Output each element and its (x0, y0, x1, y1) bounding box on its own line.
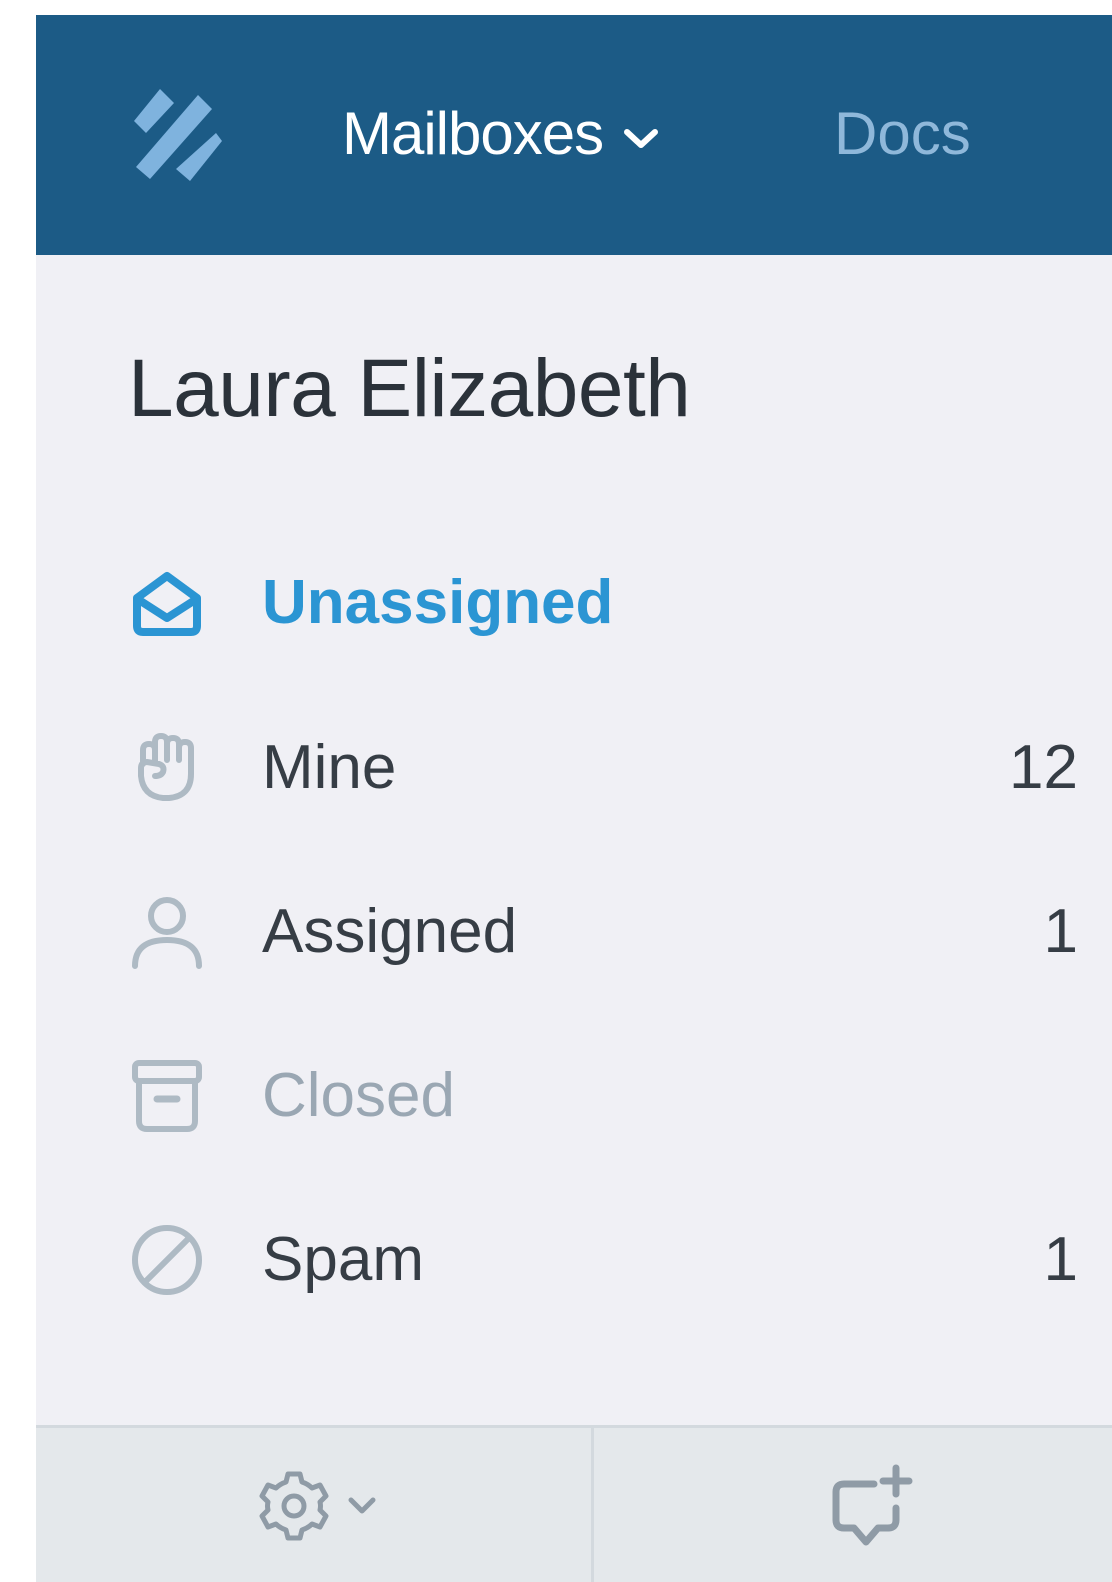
folder-item-mine[interactable]: Mine 12 (128, 723, 1078, 813)
ban-icon (128, 1221, 206, 1299)
top-navigation-bar: Mailboxes Docs (36, 15, 1112, 255)
chevron-down-icon (623, 128, 659, 150)
app-window: Mailboxes Docs Laura Elizabeth Unassigne… (36, 15, 1112, 1582)
folder-count: 1 (1043, 1225, 1078, 1294)
add-chat-icon (826, 1464, 916, 1556)
hand-icon (128, 729, 206, 807)
folder-item-unassigned[interactable]: Unassigned (128, 558, 1078, 648)
settings-menu-button[interactable] (256, 1468, 396, 1548)
mailboxes-label: Mailboxes (342, 100, 604, 167)
folder-item-spam[interactable]: Spam 1 (128, 1215, 1078, 1305)
archive-box-icon (128, 1057, 206, 1135)
folder-label: Spam (262, 1225, 424, 1294)
helpscout-logo-icon[interactable] (132, 81, 222, 187)
person-icon (128, 893, 206, 971)
folder-label: Assigned (262, 897, 518, 966)
folder-item-assigned[interactable]: Assigned 1 (128, 887, 1078, 977)
mailboxes-menu-button[interactable]: Mailboxes (342, 99, 659, 169)
add-chat-button[interactable] (826, 1462, 916, 1552)
folder-item-closed[interactable]: Closed (128, 1051, 1078, 1141)
docs-nav-link[interactable]: Docs (834, 99, 971, 169)
footer-divider (591, 1428, 594, 1582)
folder-label: Mine (262, 733, 397, 802)
account-name-heading: Laura Elizabeth (128, 343, 691, 434)
folder-count: 12 (1009, 733, 1078, 802)
folder-label: Closed (262, 1061, 455, 1130)
chevron-down-icon (348, 1497, 376, 1520)
sidebar-footer (36, 1425, 1112, 1582)
gear-icon (256, 1468, 332, 1549)
folder-count: 1 (1043, 897, 1078, 966)
envelope-open-icon (128, 564, 206, 642)
folder-label: Unassigned (262, 568, 614, 637)
